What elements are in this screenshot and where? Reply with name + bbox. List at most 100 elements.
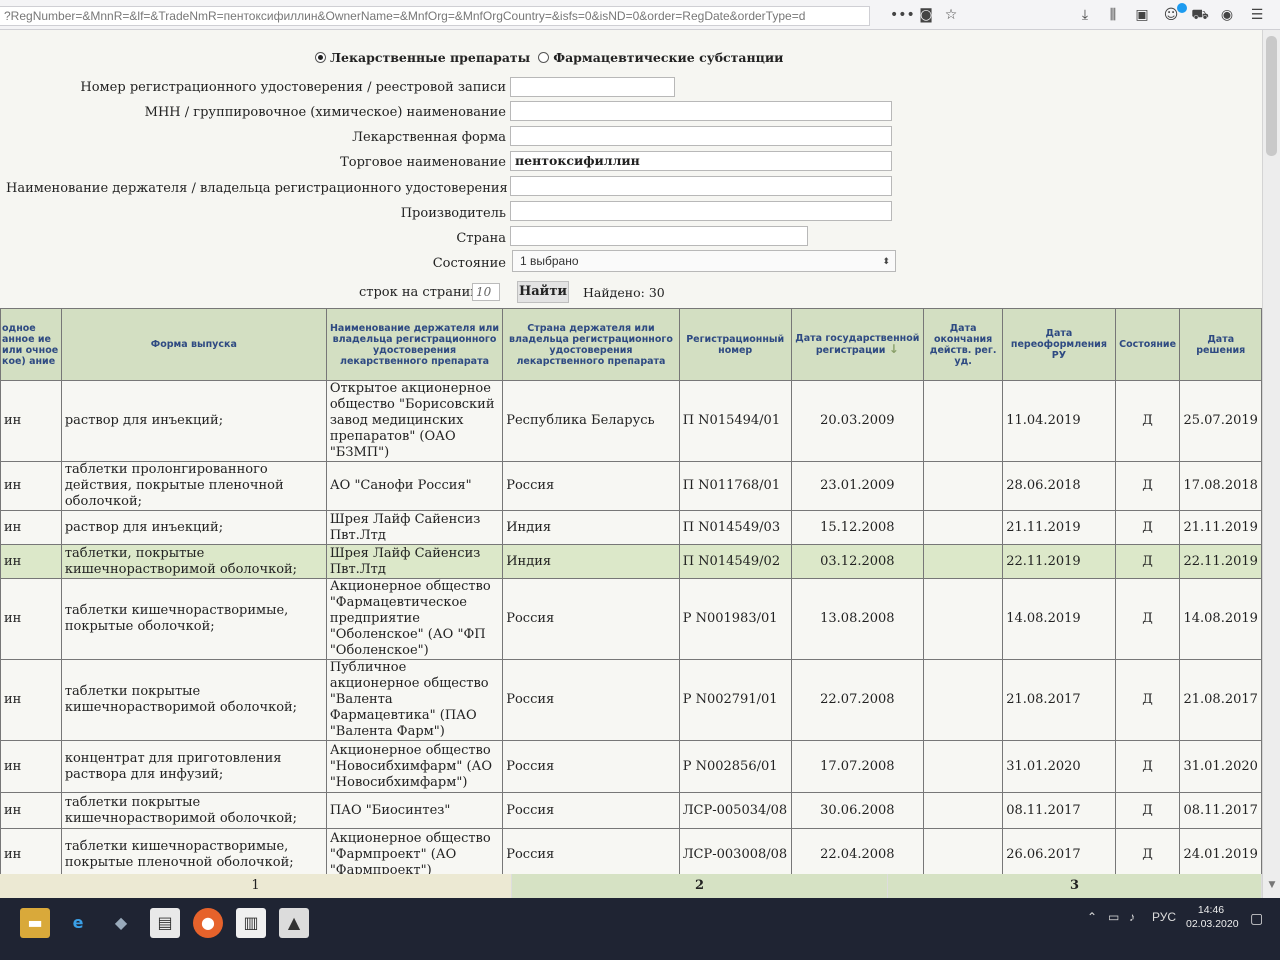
rows-per-page-input[interactable]: 10 bbox=[472, 283, 500, 301]
library-icon[interactable]: ⫼ bbox=[1102, 5, 1124, 25]
scrollbar-thumb[interactable] bbox=[1266, 36, 1277, 156]
pager-page[interactable]: 3 bbox=[888, 874, 1262, 898]
col-header-holder[interactable]: Наименование держателя или владельца рег… bbox=[325, 308, 504, 381]
cell-decision-date: 25.07.2019 bbox=[1179, 380, 1262, 462]
cell-holder: АО "Санофи Россия" bbox=[325, 461, 504, 511]
reg-number-input[interactable] bbox=[510, 77, 675, 97]
status-select-value: 1 выбрано bbox=[520, 254, 579, 268]
cell-reg-date: 23.01.2009 bbox=[790, 461, 925, 511]
document-icon[interactable]: ▥ bbox=[236, 908, 266, 938]
spreadsheet-icon[interactable]: ▤ bbox=[150, 908, 180, 938]
bookmark-star-icon[interactable]: ☆ bbox=[940, 5, 962, 25]
cell-reg-number: Р N002856/01 bbox=[678, 740, 792, 793]
table-row[interactable]: ин таблетки, покрытые кишечнорастворимой … bbox=[0, 544, 1262, 579]
tray-chevron-icon[interactable]: ⌃ bbox=[1087, 910, 1097, 924]
cell-country: Республика Беларусь bbox=[502, 380, 680, 462]
col-header-reg-number[interactable]: Регистрационный номер bbox=[678, 308, 792, 381]
clock-time: 14:46 bbox=[1197, 904, 1225, 916]
cell-status[interactable]: Д bbox=[1114, 380, 1181, 462]
radio-drugs[interactable] bbox=[315, 52, 326, 63]
cell-reg-date: 30.06.2008 bbox=[790, 792, 925, 829]
field-label-manufacturer: Производитель bbox=[400, 206, 506, 221]
holder-input[interactable] bbox=[510, 176, 892, 196]
col-header-form[interactable]: Форма выпуска bbox=[60, 308, 327, 381]
cell-end-date bbox=[923, 792, 1004, 829]
col-header-reg-date[interactable]: Дата государственной регистрации ↓ bbox=[790, 308, 925, 381]
dosage-form-input[interactable] bbox=[510, 126, 892, 146]
col-header-status[interactable]: Состояние bbox=[1114, 308, 1181, 381]
col-header-reissue-date[interactable]: Дата переоформления РУ bbox=[1002, 308, 1116, 381]
cell-reissue-date: 08.11.2017 bbox=[1002, 792, 1116, 829]
find-button[interactable]: Найти bbox=[517, 281, 569, 303]
more-actions-icon[interactable]: ••• bbox=[890, 5, 915, 25]
cell-reg-number: ЛСР-005034/08 bbox=[678, 792, 792, 829]
table-row[interactable]: ин таблетки покрытые кишечнорастворимой о… bbox=[0, 792, 1262, 829]
cell-country: Индия bbox=[502, 544, 680, 579]
download-icon[interactable]: ⤓ bbox=[1074, 5, 1096, 25]
internet-explorer-icon[interactable]: e bbox=[63, 908, 93, 938]
col-header-decision-date[interactable]: Дата решения bbox=[1179, 308, 1262, 381]
cell-name: ин bbox=[0, 461, 62, 511]
cell-end-date bbox=[923, 578, 1004, 660]
cell-status[interactable]: Д bbox=[1114, 740, 1181, 793]
manufacturer-input[interactable] bbox=[510, 201, 892, 221]
country-input[interactable] bbox=[510, 226, 808, 246]
col-header-end-date[interactable]: Дата окончания действ. рег. уд. bbox=[923, 308, 1004, 381]
scroll-down-icon[interactable]: ▼ bbox=[1265, 880, 1279, 890]
cell-holder: ПАО "Биосинтез" bbox=[325, 792, 504, 829]
cell-reg-number: ЛСР-003008/08 bbox=[678, 828, 792, 881]
radio-drugs-label[interactable]: Лекарственные препараты bbox=[330, 50, 530, 65]
cell-country: Россия bbox=[502, 740, 680, 793]
cell-form: концентрат для приготовления раствора дл… bbox=[60, 740, 327, 793]
volume-icon[interactable]: ♪ bbox=[1129, 910, 1135, 924]
network-icon[interactable]: ▭ bbox=[1108, 910, 1119, 924]
cell-status[interactable]: Д bbox=[1114, 828, 1181, 881]
firefox-icon[interactable]: ● bbox=[193, 908, 223, 938]
app-icon[interactable]: ◆ bbox=[106, 908, 136, 938]
cell-reissue-date: 28.06.2018 bbox=[1002, 461, 1116, 511]
rows-per-page-label: строк на странице bbox=[359, 285, 487, 300]
cell-form: таблетки, покрытые кишечнорастворимой об… bbox=[60, 544, 327, 579]
cell-status[interactable]: Д bbox=[1114, 792, 1181, 829]
notifications-icon[interactable]: ▢ bbox=[1250, 910, 1263, 927]
table-row[interactable]: ин раствор для инъекций; Открытое акционер… bbox=[0, 380, 1262, 462]
field-label-dosage-form: Лекарственная форма bbox=[352, 130, 506, 145]
extension-icon[interactable]: ◉ bbox=[1216, 5, 1238, 25]
cell-reg-date: 22.07.2008 bbox=[790, 659, 925, 741]
taskbar-clock[interactable]: 14:46 02.03.2020 bbox=[1186, 903, 1239, 931]
status-select[interactable]: 1 выбрано ⬍ bbox=[512, 250, 896, 272]
trade-name-input[interactable]: пентоксифиллин bbox=[510, 151, 892, 171]
pocket-icon[interactable]: ◙ bbox=[915, 5, 937, 25]
table-row[interactable]: интаблетки кишечнорастворимые, покрытые … bbox=[0, 578, 1262, 660]
col-header-country[interactable]: Страна держателя или владельца регистрац… bbox=[502, 308, 680, 381]
image-viewer-icon[interactable]: ▲ bbox=[279, 908, 309, 938]
cell-status[interactable]: Д bbox=[1114, 461, 1181, 511]
page-content: Лекарственные препараты Фармацевтические… bbox=[0, 30, 1262, 898]
address-bar[interactable]: ?RegNumber=&MnnR=&lf=&TradeNmR=пентоксиф… bbox=[0, 6, 870, 26]
table-row[interactable]: интаблетки кишечнорастворимые, покрытые … bbox=[0, 828, 1262, 881]
file-explorer-icon[interactable]: ▬ bbox=[20, 908, 50, 938]
table-row[interactable]: ин таблетки пролонгированного действия, п… bbox=[0, 461, 1262, 511]
sidebar-icon[interactable]: ▣ bbox=[1131, 5, 1153, 25]
product-type-radios: Лекарственные препараты Фармацевтические… bbox=[315, 50, 783, 65]
cell-status[interactable]: Д bbox=[1114, 544, 1181, 579]
table-row[interactable]: ин таблетки покрытые кишечнорастворимой о… bbox=[0, 659, 1262, 741]
table-row[interactable]: ин концентрат для приготовления раствора … bbox=[0, 740, 1262, 793]
vertical-scrollbar[interactable]: ▼ bbox=[1262, 30, 1280, 898]
col-header-name[interactable]: одное анное ие или очное кое) ание bbox=[0, 308, 62, 381]
cart-icon[interactable]: ⛟ bbox=[1189, 5, 1211, 25]
keyboard-language[interactable]: РУС bbox=[1152, 910, 1176, 924]
pager-page[interactable]: 1 bbox=[0, 874, 512, 898]
radio-substances-label[interactable]: Фармацевтические субстанции bbox=[553, 50, 783, 65]
pager-page[interactable]: 2 bbox=[512, 874, 888, 898]
menu-icon[interactable]: ☰ bbox=[1246, 5, 1268, 25]
table-row[interactable]: ин раствор для инъекций; Шрея Лайф Сайенси… bbox=[0, 510, 1262, 545]
cell-status[interactable]: Д bbox=[1114, 578, 1181, 660]
cell-holder: Публичное акционерное общество "Валента … bbox=[325, 659, 504, 741]
cell-status[interactable]: Д bbox=[1114, 510, 1181, 545]
cell-status[interactable]: Д bbox=[1114, 659, 1181, 741]
cell-form: таблетки покрытые кишечнорастворимой обо… bbox=[60, 792, 327, 829]
mnn-input[interactable] bbox=[510, 101, 892, 121]
radio-substances[interactable] bbox=[538, 52, 550, 63]
cell-form: таблетки пролонгированного действия, пок… bbox=[60, 461, 327, 511]
